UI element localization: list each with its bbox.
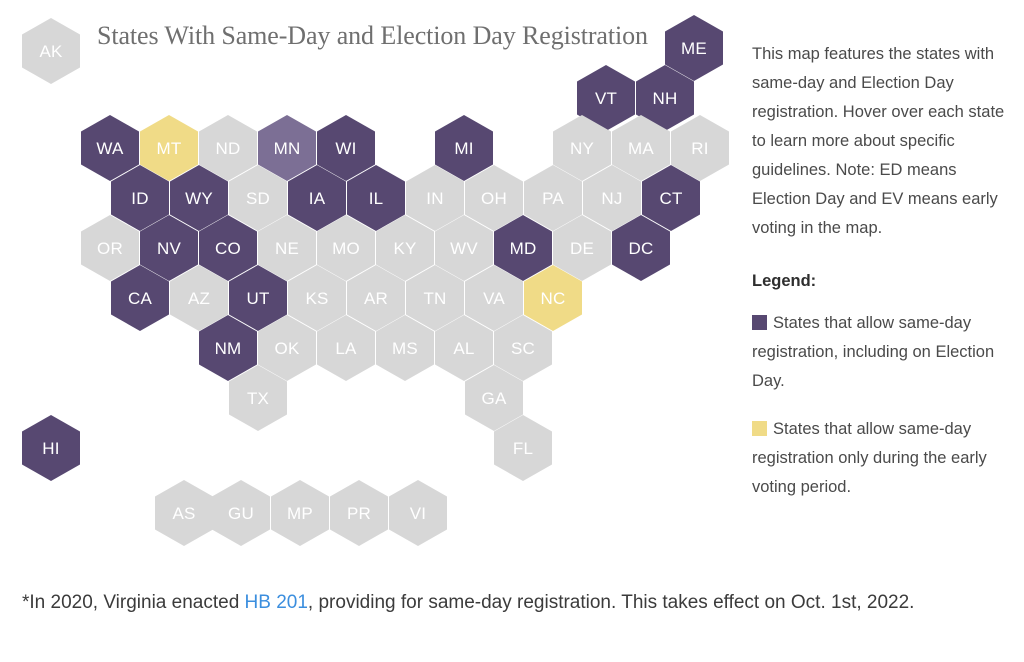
hex-state-label: HI [42, 438, 60, 458]
hex-state-label: NE [274, 238, 300, 258]
hex-state-label: MN [273, 138, 301, 158]
hex-state-label: OR [97, 238, 123, 258]
hex-state-label: WA [96, 138, 124, 158]
legend-item: States that allow same-day registration,… [752, 309, 1010, 396]
hex-state-label: KY [393, 238, 417, 258]
hex-state-label: LA [335, 338, 357, 358]
hex-state-label: MS [392, 338, 418, 358]
hex-state-label: KS [305, 288, 329, 308]
hex-state-label: VA [483, 288, 505, 308]
legend-item-label: States that allow same-day registration … [752, 420, 987, 496]
hex-state-label: CT [659, 188, 683, 208]
hex-state-label: GA [481, 388, 507, 408]
hex-state-label: PA [542, 188, 564, 208]
hex-state-label: OK [274, 338, 300, 358]
hex-state-label: DC [628, 238, 654, 258]
hex-state-label: RI [691, 138, 709, 158]
hex-state-pr[interactable]: PR [330, 480, 388, 546]
hex-state-label: DE [569, 238, 595, 258]
hex-state-label: AL [453, 338, 475, 358]
hex-state-label: NH [652, 88, 678, 108]
hex-state-mp[interactable]: MP [271, 480, 329, 546]
hex-state-vi[interactable]: VI [389, 480, 447, 546]
hex-state-label: NV [156, 238, 182, 258]
hex-state-as[interactable]: AS [155, 480, 213, 546]
legend-list: States that allow same-day registration,… [752, 309, 1010, 502]
hex-state-label: AR [363, 288, 389, 308]
hb-201-link[interactable]: HB 201 [245, 592, 308, 613]
hex-state-label: CO [215, 238, 241, 258]
hex-state-label: ID [131, 188, 149, 208]
hex-state-label: AS [172, 503, 196, 523]
footnote-text-after: , providing for same-day registration. T… [307, 592, 915, 613]
footnote: *In 2020, Virginia enacted HB 201, provi… [22, 586, 1002, 620]
hex-state-ak[interactable]: AK [22, 18, 80, 84]
hex-state-label: MP [287, 503, 313, 523]
legend-color-swatch [752, 421, 767, 436]
hex-state-label: AK [39, 41, 63, 61]
hex-state-label: WI [335, 138, 357, 158]
hex-state-label: WY [185, 188, 213, 208]
footnote-text-before: *In 2020, Virginia enacted [22, 592, 245, 613]
hex-state-label: TN [423, 288, 447, 308]
hex-state-label: GU [228, 503, 254, 523]
hex-state-label: SD [245, 188, 271, 208]
hex-state-label: MA [628, 138, 654, 158]
hex-state-label: UT [246, 288, 270, 308]
hex-state-hi[interactable]: HI [22, 415, 80, 481]
hex-map: AK ME VT NH WA MT ND MN WI MI NY MA RI ID WY SD IA IL IN OH… [0, 0, 740, 560]
hex-state-label: NM [214, 338, 242, 358]
hex-state-label: VT [594, 88, 618, 108]
hex-state-label: AZ [187, 288, 211, 308]
hex-state-label: NC [540, 288, 566, 308]
hex-state-label: NY [569, 138, 595, 158]
legend-item-label: States that allow same-day registration,… [752, 314, 995, 390]
hex-state-label: OH [481, 188, 507, 208]
hex-state-label: PR [346, 503, 372, 523]
hex-state-label: MO [332, 238, 360, 258]
hex-state-label: VI [409, 503, 427, 523]
hex-state-label: CA [127, 288, 153, 308]
hex-state-label: TX [246, 388, 270, 408]
hex-state-gu[interactable]: GU [212, 480, 270, 546]
hex-state-label: MD [509, 238, 537, 258]
map-description: This map features the states with same-d… [752, 45, 1005, 237]
hex-state-label: SC [510, 338, 536, 358]
hex-state-label: NJ [601, 188, 623, 208]
side-panel: This map features the states with same-d… [752, 40, 1010, 521]
legend-color-swatch [752, 315, 767, 330]
hex-state-label: IL [368, 188, 384, 208]
hex-state-label: IN [426, 188, 444, 208]
hex-state-label: FL [512, 438, 534, 458]
hex-state-label: WV [450, 238, 478, 258]
hex-state-label: IA [308, 188, 326, 208]
hex-state-label: MT [156, 138, 182, 158]
hex-state-label: ND [215, 138, 241, 158]
hex-state-label: MI [454, 138, 474, 158]
hex-state-label: ME [681, 38, 707, 58]
legend-item: States that allow same-day registration … [752, 415, 1010, 502]
legend-heading: Legend: [752, 272, 817, 290]
